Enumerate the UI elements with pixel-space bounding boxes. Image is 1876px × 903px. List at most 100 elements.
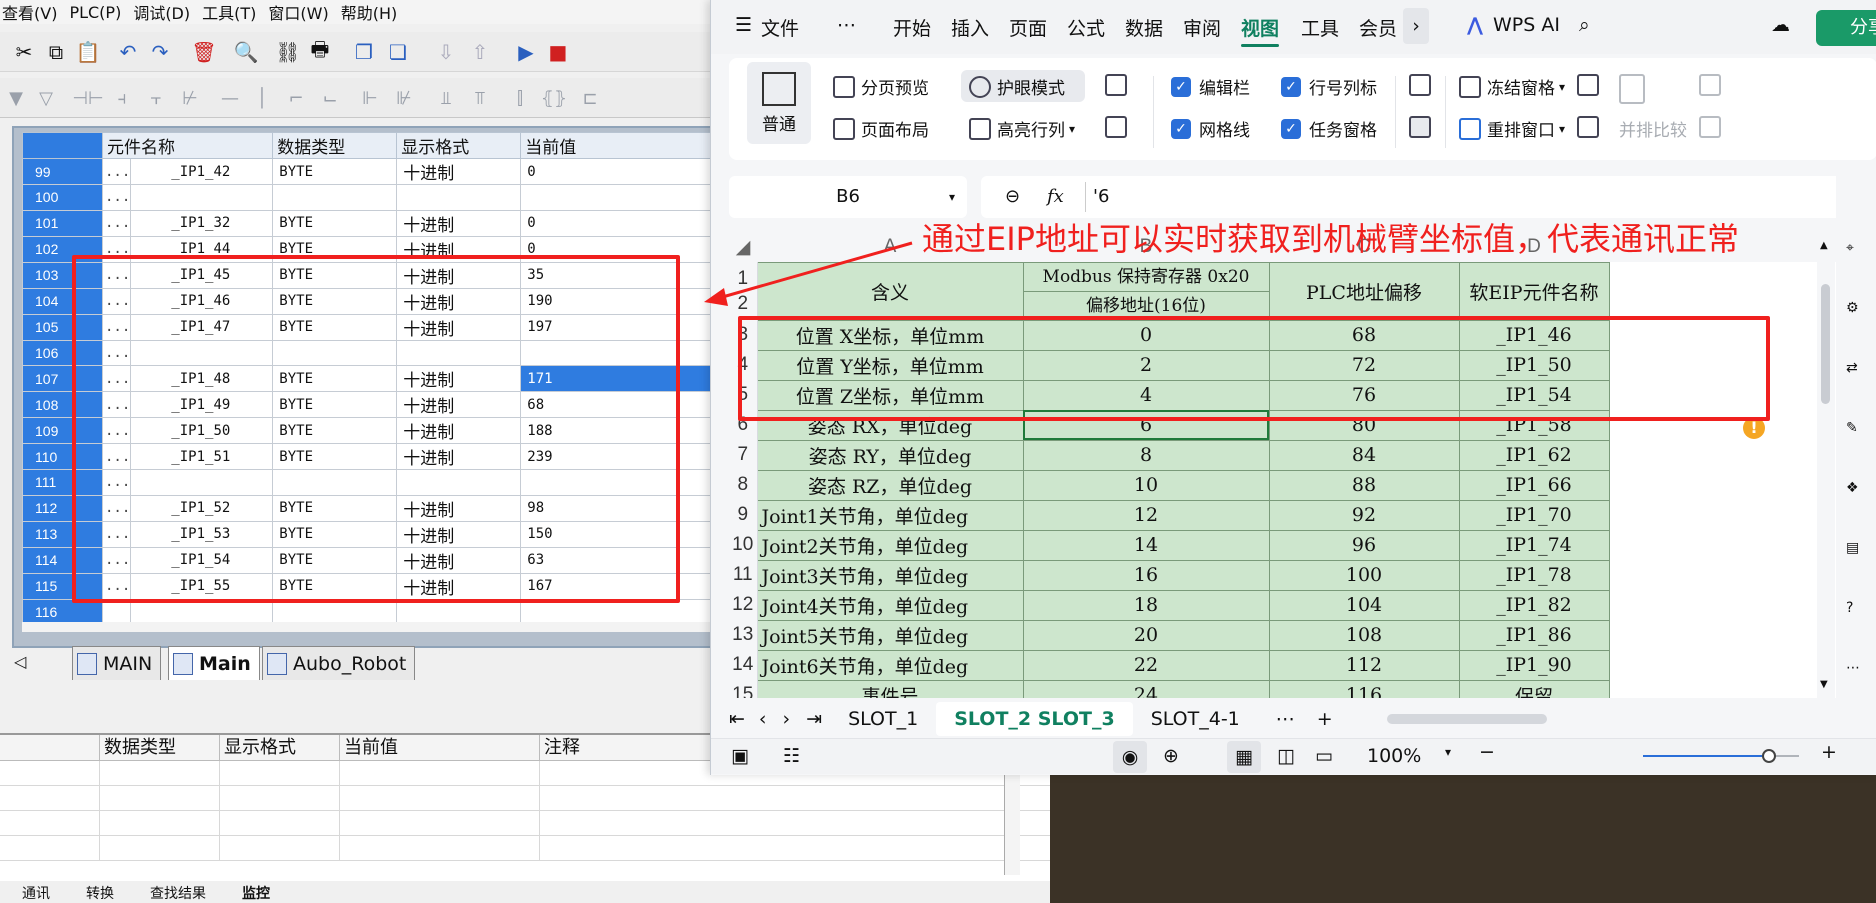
scroll-thumb[interactable] xyxy=(1821,284,1830,404)
cut-icon[interactable]: ✂ xyxy=(10,38,38,66)
page-break-view-icon[interactable]: ▭ xyxy=(1315,745,1333,767)
header-cell-modbus[interactable]: Modbus 保持寄存器 0x20 偏移地址(16位) xyxy=(1022,261,1270,321)
menu-scroll-right-icon[interactable]: › xyxy=(1403,8,1429,44)
more-icon[interactable]: ⋯ xyxy=(1846,660,1860,676)
properties-icon[interactable]: ⚙ xyxy=(1846,300,1859,316)
window-icon[interactable]: ❐ xyxy=(350,38,378,66)
cell-meaning[interactable]: Joint2关节角，单位deg xyxy=(756,529,1024,561)
empty-cell[interactable] xyxy=(1609,530,1839,560)
cell-plc-offset[interactable]: 100 xyxy=(1268,559,1460,591)
task-pane-checkbox[interactable]: ✓ 任务窗格 xyxy=(1281,116,1377,141)
arrow-down-outline-icon[interactable]: ▽ xyxy=(32,84,60,112)
menu-file[interactable]: 文件 xyxy=(761,14,799,41)
lower-row[interactable] xyxy=(0,836,1050,861)
macro-icon[interactable]: ▣ xyxy=(731,745,749,767)
cell-meaning[interactable]: Joint1关节角，单位deg xyxy=(756,499,1024,531)
fx-icon[interactable]: fx xyxy=(1047,176,1064,218)
cell-plc-offset[interactable]: 116 xyxy=(1268,679,1460,698)
current-value[interactable] xyxy=(520,184,720,211)
gridlines-checkbox[interactable]: ✓ 网格线 xyxy=(1171,116,1250,141)
cell-modbus-offset[interactable]: 10 xyxy=(1022,469,1270,501)
paste-icon[interactable]: 📋 xyxy=(74,38,102,66)
chevron-down-icon[interactable]: ▾ xyxy=(1445,745,1451,759)
cell-meaning[interactable]: 姿态 RY，单位deg xyxy=(756,439,1024,471)
empty-cell[interactable] xyxy=(1609,650,1839,680)
split-button[interactable] xyxy=(1577,74,1605,96)
monitor-row[interactable]: 101... _IP1_32 BYTE 十进制 0 xyxy=(22,209,720,237)
tab-main-upper[interactable]: MAIN xyxy=(72,646,162,680)
monitor-header-value[interactable]: 当前值 xyxy=(520,132,720,159)
empty-cell[interactable] xyxy=(1609,262,1839,320)
empty-cell[interactable] xyxy=(1609,620,1839,650)
menu-help[interactable]: 帮助(H) xyxy=(339,0,408,24)
cell-eip-name[interactable]: _IP1_66 xyxy=(1458,469,1610,501)
cell-modbus-offset[interactable]: 22 xyxy=(1022,649,1270,681)
menu-view-active[interactable]: 视图 xyxy=(1241,14,1280,47)
menu-plc[interactable]: PLC(P) xyxy=(67,3,131,22)
cell-plc-offset[interactable]: 104 xyxy=(1268,589,1460,621)
next-sheet-icon[interactable]: › xyxy=(775,702,799,736)
sync-scroll-button[interactable] xyxy=(1699,74,1727,96)
cell-meaning[interactable]: Joint5关节角，单位deg xyxy=(756,619,1024,651)
empty-cell[interactable] xyxy=(1609,680,1839,698)
empty-cell[interactable] xyxy=(1609,440,1839,470)
tab-find-results[interactable]: 查找结果 xyxy=(128,883,220,903)
current-value[interactable]: 0 xyxy=(520,158,720,185)
printer-icon[interactable]: 🖶 xyxy=(306,37,334,66)
cell-eip-name[interactable]: _IP1_78 xyxy=(1458,559,1610,591)
cell-modbus-offset[interactable]: 20 xyxy=(1022,619,1270,651)
zoom-level[interactable]: 100% xyxy=(1367,745,1421,767)
tab-main[interactable]: Main xyxy=(168,646,260,680)
menu-home[interactable]: 开始 xyxy=(893,14,931,41)
eye-mode-button[interactable]: 护眼模式 xyxy=(969,74,1065,99)
sheet-horizontal-scrollbar[interactable] xyxy=(1386,714,1547,724)
row-header[interactable]: 10 xyxy=(729,530,758,560)
side-by-side-icon-button[interactable] xyxy=(1619,74,1651,104)
header-cell-meaning[interactable]: 含义 xyxy=(756,261,1024,321)
contact-no-icon[interactable]: ⊣⊢ xyxy=(72,84,103,112)
cell-meaning[interactable]: 姿态 RZ，单位deg xyxy=(756,469,1024,501)
share-button[interactable]: 分享 xyxy=(1816,10,1876,46)
lower-vertical-scrollbar[interactable] xyxy=(1004,765,1020,875)
scroll-up-icon[interactable]: ▲ xyxy=(1820,240,1828,251)
prev-sheet-icon[interactable]: ‹ xyxy=(751,702,775,736)
run-icon[interactable]: ▶ xyxy=(512,38,540,66)
zoom-slider[interactable] xyxy=(1643,749,1799,763)
cell-modbus-offset[interactable]: 16 xyxy=(1022,559,1270,591)
menu-review[interactable]: 审阅 xyxy=(1183,14,1221,41)
redo-icon[interactable]: ↷ xyxy=(146,38,174,66)
cell-eip-name[interactable]: _IP1_82 xyxy=(1458,589,1610,621)
menu-tools[interactable]: 工具 xyxy=(1301,14,1339,41)
zoom-formula-icon[interactable]: ⊖ xyxy=(1005,176,1020,218)
cell-plc-offset[interactable]: 112 xyxy=(1268,649,1460,681)
row-header[interactable]: 11 xyxy=(729,560,758,590)
download-icon[interactable]: ⇩ xyxy=(432,38,460,66)
line-corner-icon[interactable]: ⌐ xyxy=(282,84,310,112)
copy-icon[interactable]: ⧉ xyxy=(42,38,70,66)
cell-eip-name[interactable]: _IP1_90 xyxy=(1458,649,1610,681)
cell-meaning[interactable]: Joint6关节角，单位deg xyxy=(756,649,1024,681)
menu-tools[interactable]: 工具(T) xyxy=(200,0,266,24)
contact-branch-icon[interactable]: ⫟ xyxy=(142,84,170,112)
scroll-down-icon[interactable]: ▼ xyxy=(1820,679,1828,690)
book-icon[interactable]: ▤ xyxy=(1846,540,1859,556)
cell-meaning[interactable]: Joint4关节角，单位deg xyxy=(756,589,1024,621)
upload-icon[interactable]: ⇧ xyxy=(466,38,494,66)
row-col-headers-checkbox[interactable]: ✓ 行号列标 xyxy=(1281,74,1377,99)
zoom-in-icon[interactable]: + xyxy=(1821,741,1837,763)
normal-view-button[interactable]: 普通 xyxy=(747,62,811,144)
empty-cell[interactable] xyxy=(1609,470,1839,500)
more-sheets-icon[interactable]: ⋯ xyxy=(1258,702,1313,736)
header-cell-eip-name[interactable]: 软EIP元件名称 xyxy=(1458,261,1610,321)
empty-cell[interactable] xyxy=(1609,560,1839,590)
row-header[interactable]: 8 xyxy=(729,470,758,500)
add-sheet-icon[interactable]: + xyxy=(1313,702,1337,736)
header-cell-plc-offset[interactable]: PLC地址偏移 xyxy=(1268,261,1460,321)
menu-data[interactable]: 数据 xyxy=(1125,14,1163,41)
lower-header-type[interactable]: 数据类型 xyxy=(100,735,220,760)
row-header[interactable]: 7 xyxy=(729,440,758,470)
window-list-icon[interactable]: ❏ xyxy=(384,38,412,66)
tab-scroll-left-icon[interactable]: ◁ xyxy=(14,652,26,671)
cell-plc-offset[interactable]: 84 xyxy=(1268,439,1460,471)
monitor-header-type[interactable]: 数据类型 xyxy=(272,132,398,159)
